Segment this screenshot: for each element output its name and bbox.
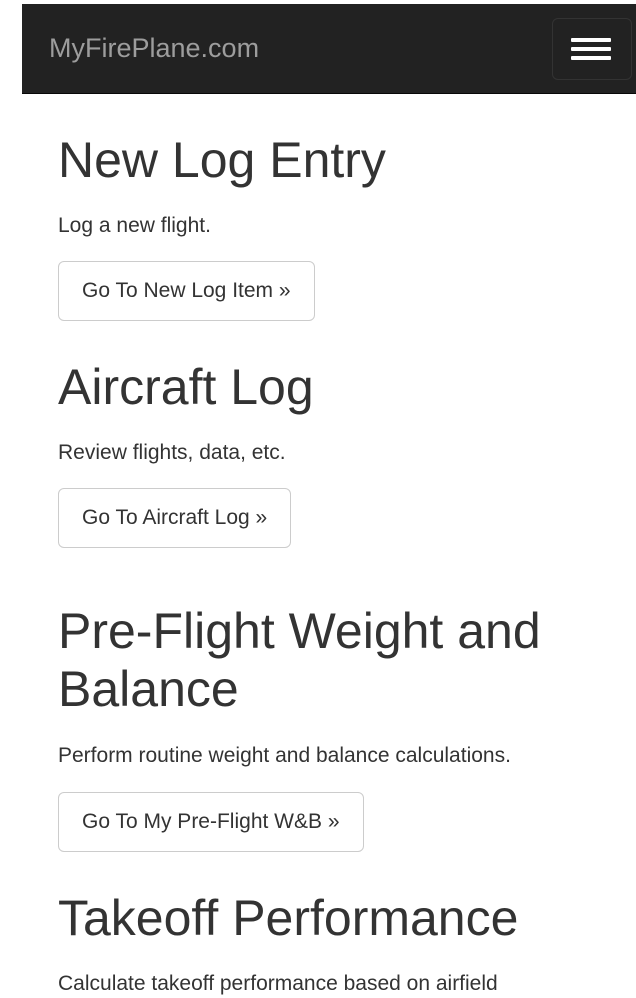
- section-title: Aircraft Log: [58, 359, 314, 415]
- hamburger-menu-icon: [571, 38, 611, 42]
- go-to-new-log-item-button[interactable]: Go To New Log Item »: [58, 261, 315, 321]
- go-to-pre-flight-wb-button[interactable]: Go To My Pre-Flight W&B »: [58, 792, 364, 852]
- section-description: Perform routine weight and balance calcu…: [58, 744, 511, 767]
- hamburger-menu-icon-bar: [571, 47, 611, 51]
- section-title: Takeoff Performance: [58, 890, 519, 946]
- section-description: Log a new flight.: [58, 214, 211, 237]
- navbar-toggle-button[interactable]: [552, 18, 632, 80]
- section-description: Review flights, data, etc.: [58, 441, 286, 464]
- go-to-aircraft-log-button[interactable]: Go To Aircraft Log »: [58, 488, 292, 548]
- brand-link[interactable]: MyFirePlane.com: [49, 32, 259, 64]
- hamburger-menu-icon-bar: [571, 56, 611, 60]
- section-title: New Log Entry: [58, 132, 386, 188]
- section-description: Calculate takeoff performance based on a…: [58, 972, 498, 995]
- navbar: MyFirePlane.com: [22, 4, 636, 94]
- section-title: Pre-Flight Weight and Balance: [58, 603, 541, 717]
